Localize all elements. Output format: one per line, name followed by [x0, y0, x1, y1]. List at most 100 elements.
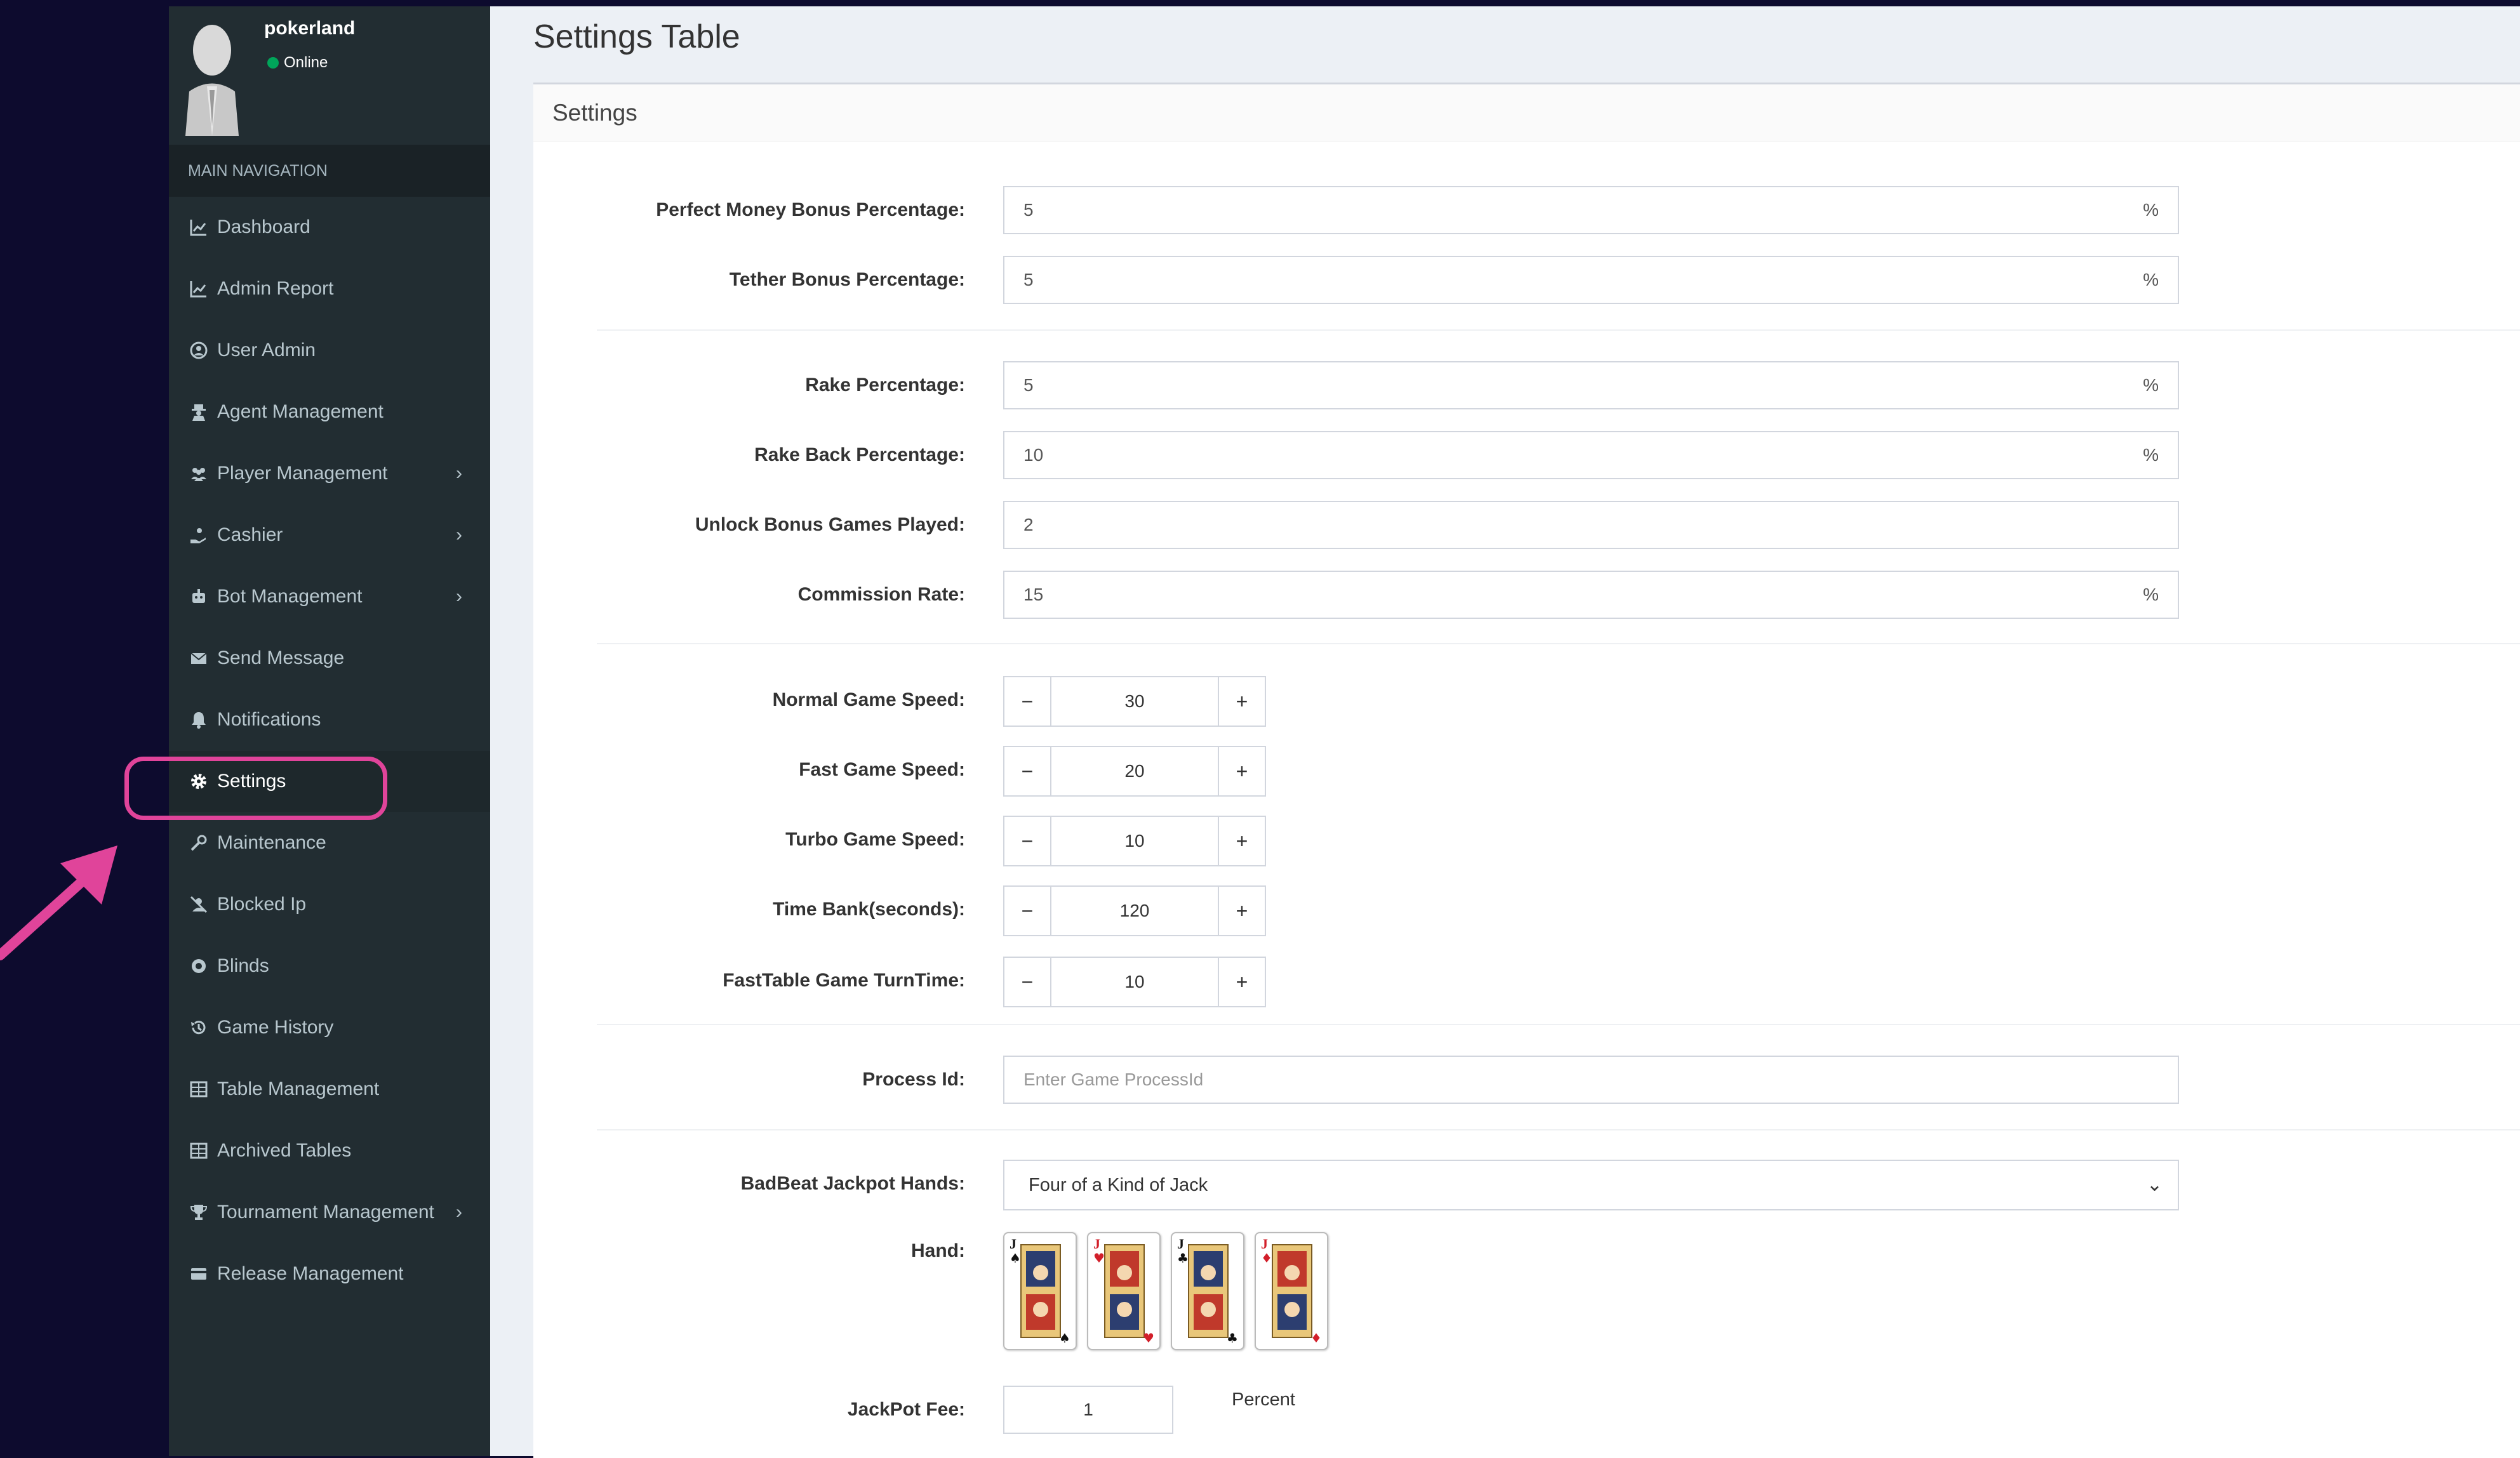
turbo-speed-label: Turbo Game Speed: [785, 829, 965, 850]
sidebar-item-label: Notifications [217, 709, 321, 730]
table-icon [189, 1141, 208, 1160]
fasttable-turn-stepper: − 10 + [1003, 957, 1266, 1007]
sidebar-item-dashboard[interactable]: Dashboard [169, 197, 490, 258]
rake-input[interactable]: 5 % [1003, 361, 2179, 409]
unlock-bonus-row: Unlock Bonus Games Played: 2 [533, 501, 2520, 549]
unlock-bonus-input[interactable]: 2 [1003, 501, 2179, 549]
increment-button[interactable]: + [1218, 746, 1266, 797]
tether-value: 5 [1023, 270, 1034, 289]
time-bank-stepper: − 120 + [1003, 885, 1266, 936]
sidebar-item-archived-tables[interactable]: Archived Tables [169, 1120, 490, 1181]
normal-speed-row: Normal Game Speed: − 30 + [533, 676, 2520, 727]
sidebar-item-label: Tournament Management [217, 1202, 434, 1223]
turbo-speed-row: Turbo Game Speed: − 10 + [533, 816, 2520, 866]
chevron-down-icon: ⌄ [2146, 1174, 2163, 1195]
sidebar-item-admin-report[interactable]: Admin Report [169, 258, 490, 319]
tether-row: Tether Bonus Percentage: 5 % [533, 256, 2520, 304]
svg-text:J: J [1177, 1236, 1184, 1252]
decrement-button[interactable]: − [1003, 885, 1051, 936]
rake-back-value: 10 [1023, 445, 1044, 465]
jackpot-fee-input[interactable]: 1 [1003, 1386, 1173, 1434]
decrement-button[interactable]: − [1003, 957, 1051, 1007]
percent-suffix: % [2143, 445, 2159, 465]
sidebar-item-bot-management[interactable]: Bot Management › [169, 566, 490, 627]
badbeat-label: BadBeat Jackpot Hands: [740, 1173, 965, 1194]
tether-label: Tether Bonus Percentage: [729, 269, 965, 290]
jackpot-fee-row: JackPot Fee: 1 Percent [533, 1386, 2520, 1434]
user-panel: pokerland Online [169, 6, 490, 145]
divider [597, 1024, 2520, 1025]
fasttable-turn-row: FastTable Game TurnTime: − 10 + [533, 957, 2520, 1007]
sidebar-item-user-admin[interactable]: User Admin [169, 320, 490, 381]
svg-text:♥: ♥ [1143, 1330, 1154, 1346]
fast-speed-label: Fast Game Speed: [799, 759, 965, 780]
fasttable-turn-value[interactable]: 10 [1051, 957, 1218, 1007]
sidebar-item-release-management[interactable]: Release Management [169, 1243, 490, 1304]
increment-button[interactable]: + [1218, 676, 1266, 727]
history-icon [189, 1018, 208, 1037]
sidebar-item-cashier[interactable]: Cashier › [169, 505, 490, 566]
fast-speed-value[interactable]: 20 [1051, 746, 1218, 797]
fast-speed-stepper: − 20 + [1003, 746, 1266, 797]
online-status: Online [267, 54, 328, 72]
commission-label: Commission Rate: [797, 584, 965, 605]
increment-button[interactable]: + [1218, 816, 1266, 866]
process-id-input[interactable]: Enter Game ProcessId [1003, 1056, 2179, 1104]
hand-label: Hand: [911, 1240, 965, 1261]
line-chart-icon [189, 279, 208, 298]
decrement-button[interactable]: − [1003, 746, 1051, 797]
rake-back-label: Rake Back Percentage: [754, 444, 965, 465]
sidebar-item-blinds[interactable]: Blinds [169, 936, 490, 997]
hand-row: Hand: J♠♠J♠J♥♥J♥J♣♣J♣J♦♦J♦ [533, 1232, 2520, 1359]
chevron-right-icon: › [456, 1202, 462, 1223]
sidebar-item-notifications[interactable]: Notifications [169, 689, 490, 750]
sidebar-item-maintenance[interactable]: Maintenance [169, 812, 490, 873]
time-bank-value[interactable]: 120 [1051, 885, 1218, 936]
svg-text:♠: ♠ [1010, 1250, 1021, 1266]
decrement-button[interactable]: − [1003, 676, 1051, 727]
unlock-bonus-value: 2 [1023, 515, 1034, 534]
perfect-money-input[interactable]: 5 % [1003, 186, 2179, 234]
status-label: Online [284, 54, 328, 71]
decrement-button[interactable]: − [1003, 816, 1051, 866]
sidebar-item-table-management[interactable]: Table Management [169, 1059, 490, 1120]
sidebar-item-player-management[interactable]: Player Management › [169, 443, 490, 504]
pointer-arrow-icon [0, 845, 117, 960]
playing-card: J♥♥J♥ [1087, 1232, 1161, 1350]
envelope-icon [189, 649, 208, 668]
sidebar-item-label: Maintenance [217, 832, 326, 853]
commission-input[interactable]: 15 % [1003, 571, 2179, 619]
table-icon [189, 1080, 208, 1099]
process-id-label: Process Id: [862, 1069, 965, 1090]
chevron-right-icon: › [456, 463, 462, 484]
sidebar-item-send-message[interactable]: Send Message [169, 628, 490, 689]
sidebar-item-label: Game History [217, 1017, 334, 1038]
rake-back-row: Rake Back Percentage: 10 % [533, 431, 2520, 479]
svg-text:♠: ♠ [1059, 1330, 1070, 1346]
rake-back-input[interactable]: 10 % [1003, 431, 2179, 479]
credit-card-icon [189, 1264, 208, 1283]
sidebar-item-label: Archived Tables [217, 1140, 352, 1161]
commission-row: Commission Rate: 15 % [533, 571, 2520, 619]
divider [597, 329, 2520, 331]
badbeat-select[interactable]: Four of a Kind of Jack ⌄ [1003, 1160, 2179, 1210]
tether-input[interactable]: 5 % [1003, 256, 2179, 304]
sidebar-item-game-history[interactable]: Game History [169, 997, 490, 1058]
percent-suffix: % [2143, 375, 2159, 395]
turbo-speed-value[interactable]: 10 [1051, 816, 1218, 866]
rake-row: Rake Percentage: 5 % [533, 361, 2520, 409]
process-id-row: Process Id: Enter Game ProcessId [533, 1056, 2520, 1104]
chevron-right-icon: › [456, 524, 462, 545]
sidebar-item-blocked-ip[interactable]: Blocked Ip [169, 874, 490, 935]
jackpot-fee-label: JackPot Fee: [847, 1399, 965, 1420]
sidebar-item-tournament-management[interactable]: Tournament Management › [169, 1182, 490, 1243]
increment-button[interactable]: + [1218, 957, 1266, 1007]
playing-card: J♣♣J♣ [1171, 1232, 1244, 1350]
increment-button[interactable]: + [1218, 885, 1266, 936]
svg-text:♣: ♣ [1177, 1250, 1189, 1266]
online-dot-icon [267, 57, 279, 69]
sidebar-item-label: Bot Management [217, 586, 363, 607]
normal-speed-value[interactable]: 30 [1051, 676, 1218, 727]
sidebar: pokerland Online MAIN NAVIGATION Dashboa… [169, 6, 490, 1456]
sidebar-item-agent-management[interactable]: Agent Management [169, 381, 490, 442]
